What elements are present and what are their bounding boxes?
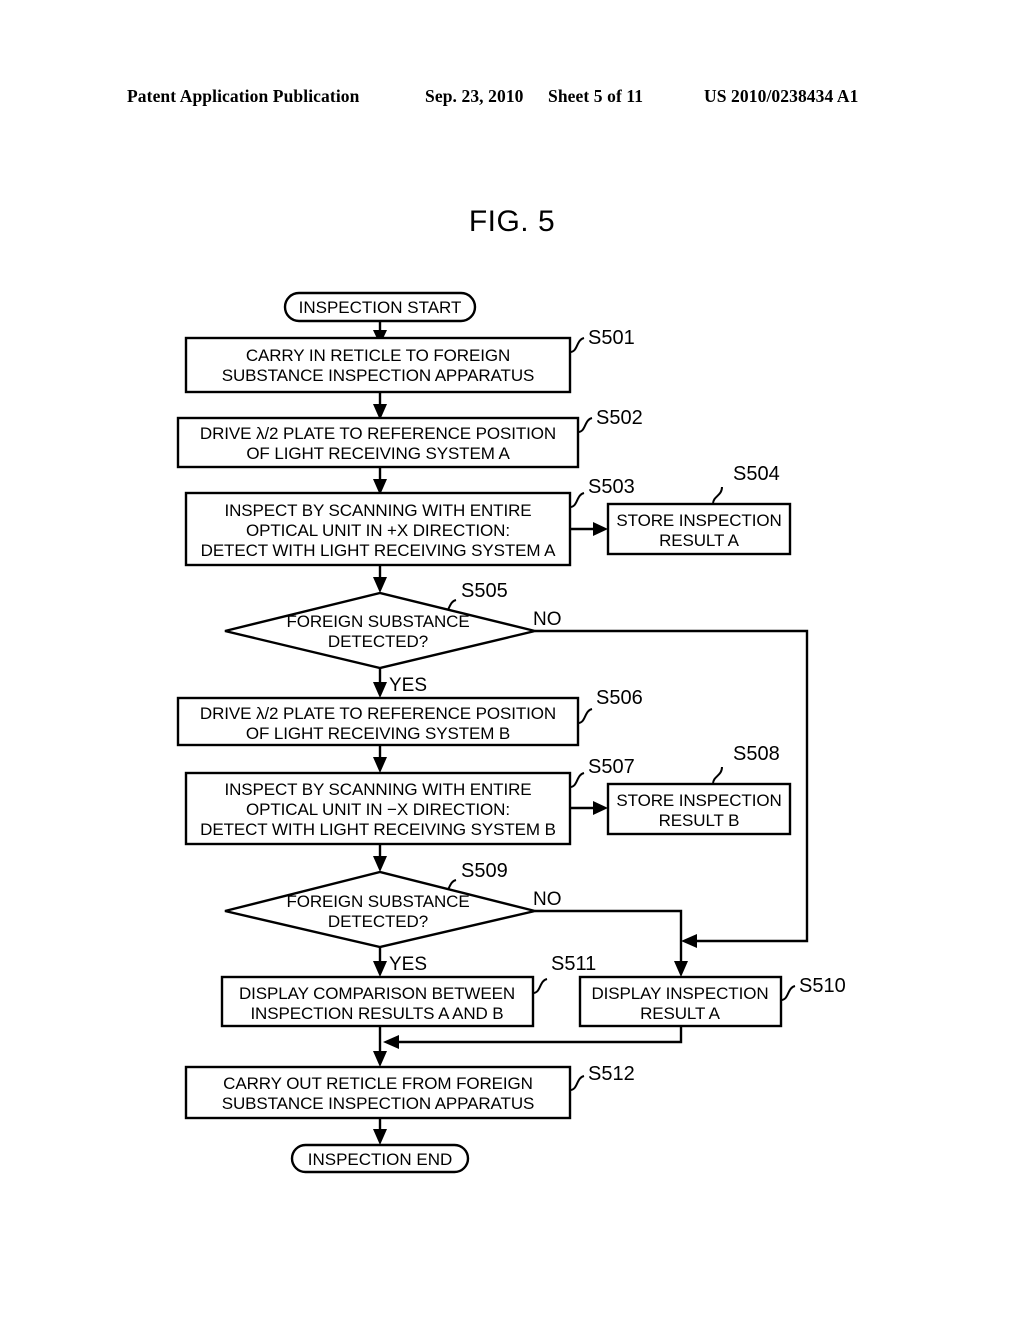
start-terminal-label: INSPECTION START xyxy=(299,298,462,317)
s512-line-2: SUBSTANCE INSPECTION APPARATUS xyxy=(222,1094,535,1113)
s511-line-1: DISPLAY COMPARISON BETWEEN xyxy=(239,984,515,1003)
s506-line-1: DRIVE λ/2 PLATE TO REFERENCE POSITION xyxy=(200,704,556,723)
node-s506[interactable]: DRIVE λ/2 PLATE TO REFERENCE POSITION OF… xyxy=(176,696,580,747)
s510-line-2: RESULT A xyxy=(640,1004,721,1023)
s504-step-label: S504 xyxy=(733,463,780,485)
s503-line-3: DETECT WITH LIGHT RECEIVING SYSTEM A xyxy=(201,541,556,560)
node-s512[interactable]: CARRY OUT RETICLE FROM FOREIGN SUBSTANCE… xyxy=(184,1065,572,1120)
leader-s506 xyxy=(577,708,593,724)
node-s508[interactable]: STORE INSPECTION RESULT B xyxy=(606,782,792,836)
s509-yes-label: YES xyxy=(389,954,427,975)
arrowhead-s503-to-s504 xyxy=(593,522,608,536)
node-s501[interactable]: CARRY IN RETICLE TO FOREIGN SUBSTANCE IN… xyxy=(184,336,572,394)
arrowhead-s505-yes xyxy=(373,682,387,698)
leader-s510 xyxy=(780,985,796,1001)
s501-step-label: S501 xyxy=(588,327,635,349)
s512-step-label: S512 xyxy=(588,1063,635,1085)
node-inspection-start[interactable]: INSPECTION START xyxy=(283,291,477,323)
s507-line-3: DETECT WITH LIGHT RECEIVING SYSTEM B xyxy=(200,820,556,839)
s508-step-label: S508 xyxy=(733,743,780,765)
s509-step-label: S509 xyxy=(461,860,508,882)
s502-line-1: DRIVE λ/2 PLATE TO REFERENCE POSITION xyxy=(200,424,556,443)
s504-line-1: STORE INSPECTION xyxy=(616,511,781,530)
flowchart-diagram: INSPECTION START CARRY IN RETICLE TO FOR… xyxy=(176,291,846,1174)
s501-line-2: SUBSTANCE INSPECTION APPARATUS xyxy=(222,366,535,385)
s509-line-1: FOREIGN SUBSTANCE xyxy=(286,892,469,911)
s509-no-label: NO xyxy=(533,889,562,910)
leader-s507 xyxy=(569,772,585,788)
s508-line-1: STORE INSPECTION xyxy=(616,791,781,810)
node-inspection-end[interactable]: INSPECTION END xyxy=(290,1143,470,1174)
arrowhead-to-s512 xyxy=(373,1051,387,1067)
connector-s510-to-spine xyxy=(392,1026,683,1044)
s501-line-1: CARRY IN RETICLE TO FOREIGN xyxy=(246,346,510,365)
s509-line-2: DETECTED? xyxy=(328,912,428,931)
s506-line-2: OF LIGHT RECEIVING SYSTEM B xyxy=(246,724,510,743)
arrowhead-s505-no-merge xyxy=(681,934,697,948)
s505-no-label: NO xyxy=(533,609,562,630)
arrowhead-s507-to-s509 xyxy=(373,856,387,872)
leader-s512 xyxy=(569,1075,585,1091)
s505-line-2: DETECTED? xyxy=(328,632,428,651)
arrowhead-s509-no-to-s510 xyxy=(674,961,688,977)
node-s510[interactable]: DISPLAY INSPECTION RESULT A xyxy=(578,975,783,1028)
s510-line-1: DISPLAY INSPECTION xyxy=(591,984,768,1003)
node-s503[interactable]: INSPECT BY SCANNING WITH ENTIRE OPTICAL … xyxy=(184,491,572,567)
s502-step-label: S502 xyxy=(596,407,643,429)
arrowhead-s509-yes xyxy=(373,961,387,977)
s512-line-1: CARRY OUT RETICLE FROM FOREIGN xyxy=(223,1074,533,1093)
arrowhead-to-end xyxy=(373,1129,387,1145)
s503-step-label: S503 xyxy=(588,476,635,498)
s507-line-1: INSPECT BY SCANNING WITH ENTIRE xyxy=(224,780,531,799)
s510-step-label: S510 xyxy=(799,975,846,997)
s511-line-2: INSPECTION RESULTS A AND B xyxy=(250,1004,503,1023)
s505-yes-label: YES xyxy=(389,675,427,696)
s511-step-label: S511 xyxy=(551,953,596,975)
s502-line-2: OF LIGHT RECEIVING SYSTEM A xyxy=(246,444,510,463)
arrowhead-s503-to-s505 xyxy=(373,577,387,593)
s506-step-label: S506 xyxy=(596,687,643,709)
end-terminal-label: INSPECTION END xyxy=(308,1150,453,1169)
s504-line-2: RESULT A xyxy=(659,531,740,550)
node-s511[interactable]: DISPLAY COMPARISON BETWEEN INSPECTION RE… xyxy=(220,975,535,1028)
s505-line-1: FOREIGN SUBSTANCE xyxy=(286,612,469,631)
s503-line-2: OPTICAL UNIT IN +X DIRECTION: xyxy=(246,521,510,540)
node-s505[interactable]: FOREIGN SUBSTANCE DETECTED? xyxy=(224,591,536,670)
leader-s511 xyxy=(532,978,548,994)
s508-line-2: RESULT B xyxy=(659,811,740,830)
node-s504[interactable]: STORE INSPECTION RESULT A xyxy=(606,502,792,556)
leader-s502 xyxy=(577,417,593,433)
arrowhead-s510-merge xyxy=(383,1035,399,1049)
leader-s504 xyxy=(712,486,723,505)
leader-s508 xyxy=(712,766,723,785)
s507-step-label: S507 xyxy=(588,756,635,778)
leader-s501 xyxy=(569,337,585,353)
node-s502[interactable]: DRIVE λ/2 PLATE TO REFERENCE POSITION OF… xyxy=(176,416,580,469)
s505-step-label: S505 xyxy=(461,580,508,602)
s507-line-2: OPTICAL UNIT IN −X DIRECTION: xyxy=(246,800,510,819)
arrowhead-s507-to-s508 xyxy=(593,801,608,815)
s503-line-1: INSPECT BY SCANNING WITH ENTIRE xyxy=(224,501,531,520)
node-s509[interactable]: FOREIGN SUBSTANCE DETECTED? xyxy=(224,870,536,949)
leader-s503 xyxy=(569,492,585,508)
patent-page: Patent Application Publication Sep. 23, … xyxy=(0,0,1024,1320)
node-s507[interactable]: INSPECT BY SCANNING WITH ENTIRE OPTICAL … xyxy=(184,771,572,846)
arrowhead-s506-to-s507 xyxy=(373,757,387,773)
